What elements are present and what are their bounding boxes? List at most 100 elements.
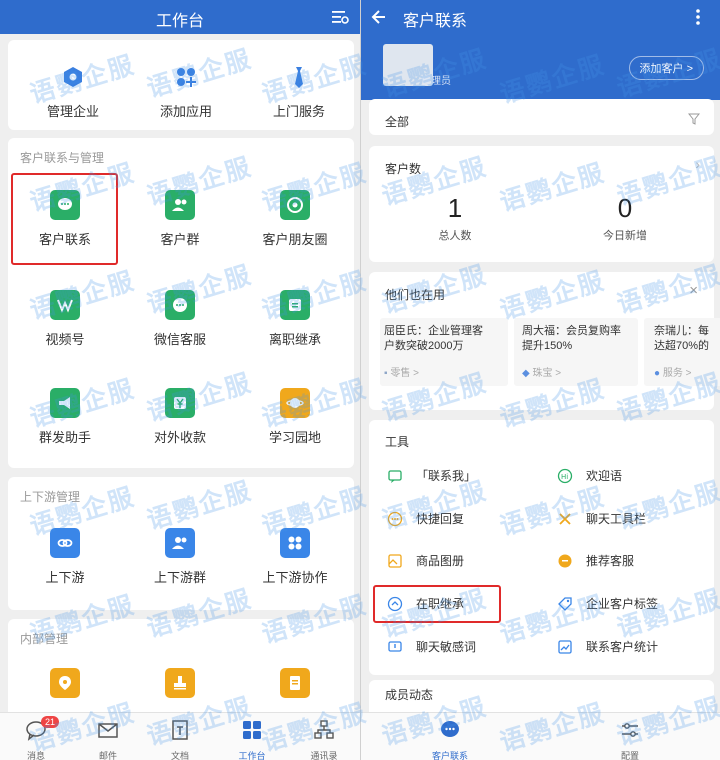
customer-moments-item[interactable]: 客户朋友圈 [236,190,354,248]
filter-icon[interactable] [688,113,700,125]
stamp-icon [174,676,186,690]
group-icon [172,199,187,211]
contact-me-icon [388,469,402,483]
grid-apps-icon [288,536,302,550]
tool-recommend-service[interactable]: 推荐客服 [557,552,634,569]
wechat-service-item[interactable]: 微信客服 [121,290,239,348]
document-icon [172,720,188,740]
tool-customer-tags[interactable]: 企业客户标签 [557,595,658,612]
workbench-grid-icon [243,721,261,739]
tool-quick-reply[interactable]: 快捷回复 [387,510,464,527]
section-label-internal: 内部管理 [20,632,69,646]
upstream-collab-item[interactable]: 上下游协作 [236,528,354,586]
external-payment-item[interactable]: 对外收款 [121,388,239,446]
album-icon [388,553,402,568]
tools-icon [559,512,571,525]
customer-contact-panel: 客户联系 管理员 添加客户 > 全部 客户数 › 1 总人数 0 今日新增 他们… [361,0,720,760]
hi-bubble-icon: Hi [557,468,573,483]
yuan-icon [174,397,186,409]
aperture-icon [287,197,303,213]
statistics-icon [558,639,572,654]
tools-card [369,420,714,675]
diamond-icon: ◆ [522,368,533,379]
upstream-group-item[interactable]: 上下游群 [121,528,239,586]
mail-icon [98,723,118,738]
link-icon [57,539,73,547]
internal-app-2[interactable] [121,668,239,698]
settings-filter-icon[interactable] [330,7,350,27]
highlight-customer-contact [11,173,118,265]
service-chat-icon [173,298,187,312]
section-label-customer: 客户联系与管理 [20,151,105,165]
tool-contact-statistics[interactable]: 联系客户统计 [557,638,658,655]
case-card-2[interactable]: 周大福：会员复购率 提升150% ◆ 珠宝 > [514,318,638,386]
config-sliders-icon [622,723,638,737]
tab-contacts[interactable]: 通讯录 [299,719,349,760]
report-icon [290,676,300,690]
upstream-item[interactable]: 上下游 [6,528,124,586]
customer-count-label: 客户数 [385,162,422,176]
megaphone-icon [59,397,70,409]
tool-chat-toolbar[interactable]: 聊天工具栏 [557,510,646,527]
others-using-label: 他们也在用 [385,288,446,302]
message-badge: 21 [41,716,60,728]
total-count-label: 总人数 [438,230,472,242]
case-card-1[interactable]: 屈臣氏：企业管理客 户数突破2000万 ▪ 零售 > [380,318,508,386]
customer-group-item[interactable]: 客户群 [121,190,239,248]
tab-mail[interactable]: 邮件 [83,719,133,760]
tab-messages[interactable]: 21 消息 [11,716,61,760]
add-customer-button[interactable]: 添加客户 > [628,56,704,80]
member-dynamics-label: 成员动态 [385,688,434,702]
manage-enterprise-item[interactable]: 管理企业 [14,62,132,120]
tool-welcome-message[interactable]: Hi 欢迎语 [557,467,622,484]
customer-contact-header: 客户联系 [361,0,720,34]
video-account-item[interactable]: 视频号 [6,290,124,348]
filter-card[interactable] [369,99,714,135]
transfer-icon [289,299,301,311]
close-icon[interactable]: × [689,282,698,299]
tab-workbench[interactable]: 工作台 [227,719,277,760]
resigned-inherit-item[interactable]: 离职继承 [236,290,354,348]
internal-app-3[interactable] [236,668,354,698]
quick-reply-icon [387,511,403,526]
filter-all[interactable]: 全部 [385,113,409,130]
tab-customer-contact[interactable]: 客户联系 [425,719,475,760]
tab-config[interactable]: 配置 [605,719,655,760]
workbench-title: 工作台 [155,13,204,30]
back-arrow-icon[interactable] [369,7,389,27]
tag-icon [558,596,572,611]
add-app-item[interactable]: 添加应用 [127,62,245,120]
internal-app-1[interactable] [6,668,124,698]
location-pin-icon [59,676,71,690]
total-count-value: 1 [447,193,463,223]
case-card-3[interactable]: 奈瑞儿：每 达超70%的 ● 服务 > [644,318,720,386]
chevron-right-icon: > [683,63,693,75]
chevron-right-icon[interactable]: › [695,156,700,172]
new-today-label: 今日新增 [603,230,647,242]
video-account-icon [57,299,73,313]
more-vertical-icon[interactable] [688,7,708,27]
customer-contact-tab-icon [441,721,459,737]
group-icon [172,537,187,549]
tie-icon [295,67,303,88]
new-today-value: 0 [617,193,633,223]
admin-role: 管理员 [421,76,451,87]
onsite-service-item[interactable]: 上门服务 [240,62,358,120]
tool-sensitive-words[interactable]: 聊天敏感词 [387,638,476,655]
tool-product-album[interactable]: 商品图册 [387,552,464,569]
highlight-in-service-inherit [373,585,501,623]
tool-contact-me[interactable]: 「联系我」 [387,467,476,484]
hexagon-icon [64,67,82,87]
tab-docs[interactable]: 文档 [155,719,205,760]
tools-label: 工具 [385,435,410,449]
broadcast-assistant-item[interactable]: 群发助手 [6,388,124,446]
planet-icon [286,398,304,408]
customer-contact-tabbar: 客户联系 配置 [361,712,720,760]
svg-text:Hi: Hi [561,473,568,481]
workbench-header: 工作台 [0,0,360,34]
top-apps-card: 管理企业 添加应用 上门服务 [8,40,354,130]
workbench-panel: 工作台 管理企业 添加应用 上门服务 客户联系与管理 客户联系 客户群 客户朋友… [0,0,360,760]
service-icon: ● [654,368,663,379]
customer-contact-title: 客户联系 [403,13,468,30]
learning-garden-item[interactable]: 学习园地 [236,388,354,446]
